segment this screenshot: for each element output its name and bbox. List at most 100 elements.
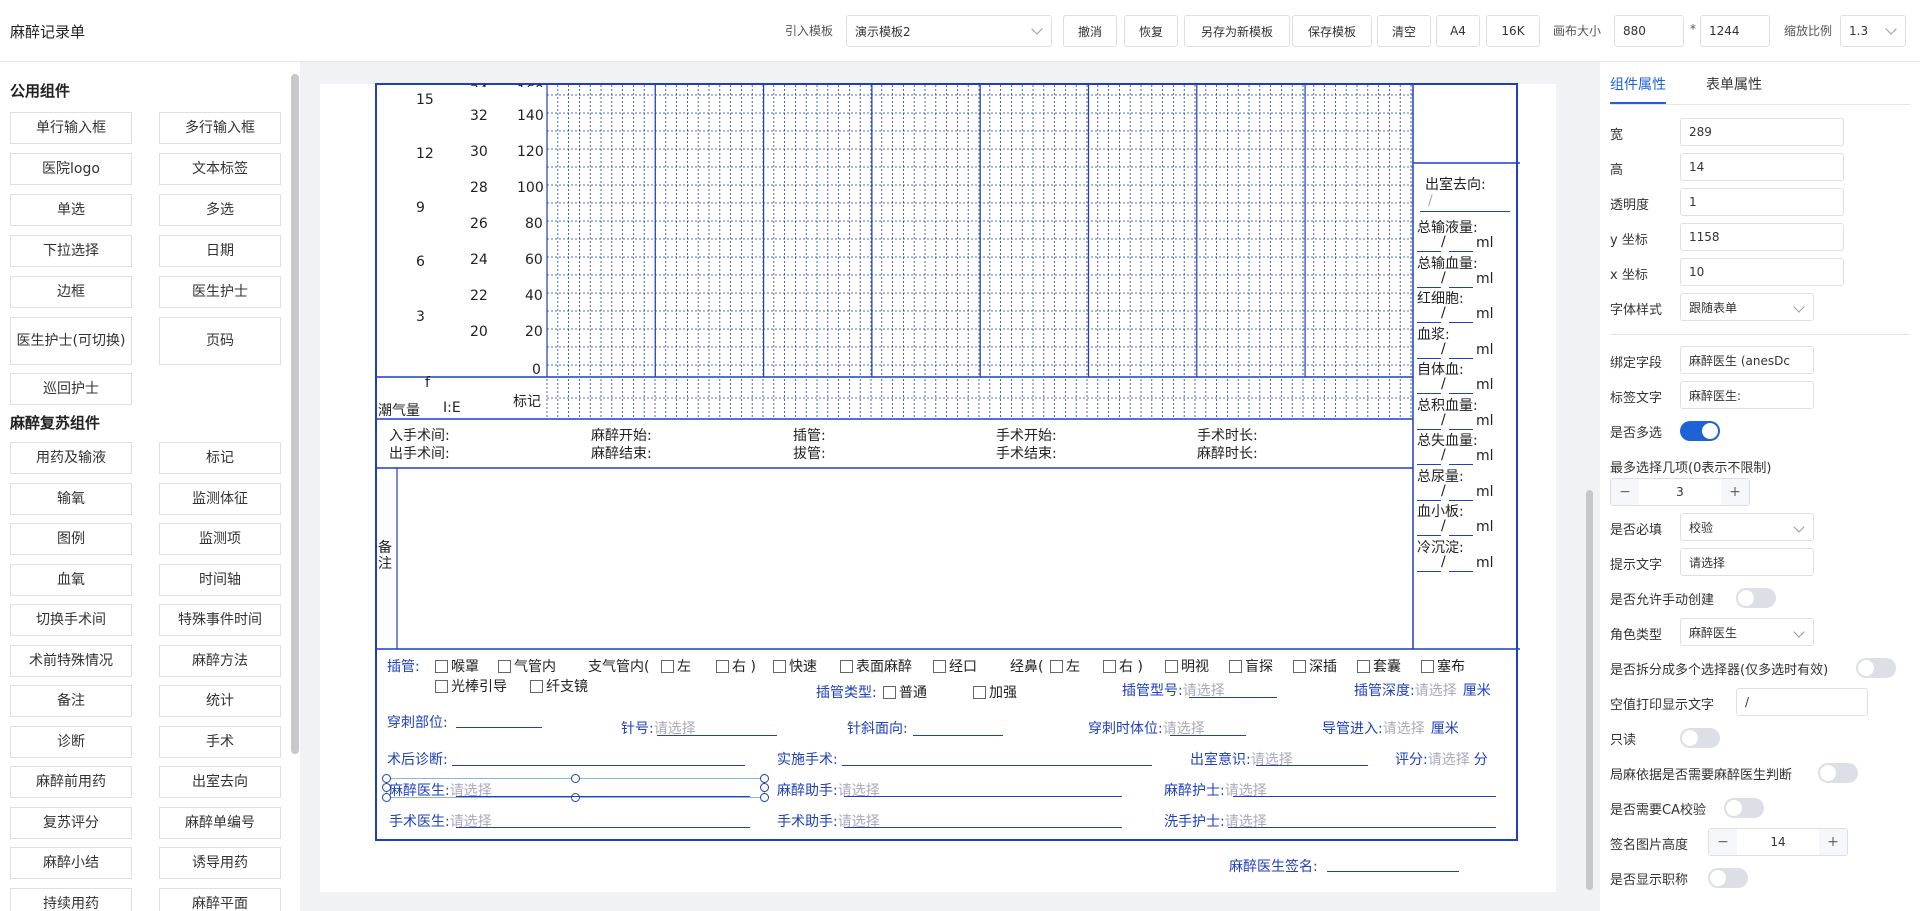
intubation-option[interactable]: 套囊 <box>1357 656 1401 676</box>
template-select[interactable]: 演示模板2 <box>846 15 1052 47</box>
component-item[interactable]: 下拉选择 <box>10 235 132 267</box>
score-field[interactable]: 评分:请选择分 <box>1395 749 1488 769</box>
resize-handle[interactable] <box>571 774 580 783</box>
component-item[interactable]: 术前特殊情况 <box>10 644 132 677</box>
label-text-input[interactable]: 麻醉医生: <box>1680 381 1814 409</box>
signature-underline[interactable] <box>1327 871 1459 872</box>
16k-button[interactable]: 16K <box>1486 15 1540 47</box>
component-item[interactable]: 医生护士 <box>159 276 281 308</box>
component-item[interactable]: 医生护士(可切换) <box>10 317 132 365</box>
intubation-option[interactable]: 深插 <box>1293 656 1337 676</box>
component-item[interactable]: 复苏评分 <box>10 806 132 839</box>
component-item[interactable]: 时间轴 <box>159 563 281 596</box>
intubation-option[interactable]: 纤支镜 <box>530 676 588 696</box>
plus-icon[interactable]: + <box>1819 829 1847 855</box>
plus-icon[interactable]: + <box>1721 479 1749 505</box>
component-item[interactable]: 文本标签 <box>159 153 281 185</box>
manual-create-toggle[interactable] <box>1736 588 1776 608</box>
minus-icon[interactable]: − <box>1709 829 1737 855</box>
catheter-field[interactable]: 导管进入:请选择 厘米 <box>1322 718 1459 738</box>
component-item[interactable]: 监测体征 <box>159 482 281 515</box>
save-as-template-button[interactable]: 另存为新模板 <box>1184 15 1290 47</box>
local-anesthesia-toggle[interactable] <box>1818 763 1858 783</box>
bind-field-select[interactable]: 麻醉医生 (anesDc <box>1680 346 1814 374</box>
opacity-input[interactable]: 1 <box>1680 188 1844 216</box>
intubation-option[interactable]: 气管内 <box>498 656 556 676</box>
left-scrollbar[interactable] <box>291 74 299 754</box>
component-item[interactable]: 麻醉小结 <box>10 847 132 879</box>
readonly-toggle[interactable] <box>1680 728 1720 748</box>
tab-component-properties[interactable]: 组件属性 <box>1610 74 1666 94</box>
time-field-label[interactable]: 麻醉结束: <box>591 443 652 463</box>
tube-depth-field[interactable]: 插管深度:请选择 厘米 <box>1354 680 1491 700</box>
intubation-option[interactable]: 光棒引导 <box>435 676 507 696</box>
intubation-option[interactable]: 喉罩 <box>435 656 479 676</box>
time-field-label[interactable]: 麻醉时长: <box>1197 443 1258 463</box>
component-item[interactable]: 备注 <box>10 685 132 717</box>
component-item[interactable]: 诱导用药 <box>159 847 281 879</box>
component-item[interactable]: 标记 <box>159 442 281 474</box>
tube-type-reinforced[interactable]: 加强 <box>973 682 1017 702</box>
component-item[interactable]: 麻醉方法 <box>159 644 281 677</box>
intubation-option[interactable]: 表面麻醉 <box>840 656 912 676</box>
surgery-assistant-field[interactable]: 手术助手:请选择 <box>777 811 880 831</box>
intubation-option[interactable]: 右 ) <box>716 656 756 676</box>
resize-handle[interactable] <box>760 793 769 802</box>
component-item[interactable]: 医院logo <box>10 153 132 185</box>
time-field-label[interactable]: 出手术间: <box>389 443 450 463</box>
surgeon-field[interactable]: 手术医生:请选择 <box>389 811 492 831</box>
minus-icon[interactable]: − <box>1611 479 1639 505</box>
save-template-button[interactable]: 保存模板 <box>1292 15 1372 47</box>
show-title-toggle[interactable] <box>1708 868 1748 888</box>
component-item[interactable]: 单选 <box>10 194 132 226</box>
postop-dx-underline[interactable] <box>452 765 745 766</box>
stat-value[interactable]: / <box>1441 376 1446 392</box>
component-item[interactable]: 多行输入框 <box>159 112 281 144</box>
component-item[interactable]: 血氧 <box>10 563 132 596</box>
time-field-label[interactable]: 手术结束: <box>996 443 1057 463</box>
component-item[interactable]: 多选 <box>159 194 281 226</box>
resize-handle[interactable] <box>760 774 769 783</box>
stat-value[interactable]: / <box>1441 518 1446 534</box>
component-item[interactable]: 页码 <box>159 317 281 365</box>
puncture-site-underline[interactable] <box>456 727 542 728</box>
tab-form-properties[interactable]: 表单属性 <box>1706 74 1762 94</box>
intubation-option[interactable]: 快速 <box>773 656 817 676</box>
surgery-underline[interactable] <box>842 765 1152 766</box>
intubation-option[interactable]: 左 <box>1050 656 1080 676</box>
stat-value[interactable]: / <box>1441 234 1446 250</box>
exit-direction-value[interactable]: / <box>1428 193 1433 209</box>
time-field-label[interactable]: 拔管: <box>793 443 826 463</box>
redo-button[interactable]: 恢复 <box>1124 15 1178 47</box>
canvas-height-input[interactable]: 1244 <box>1700 15 1770 47</box>
component-item[interactable]: 麻醉前用药 <box>10 766 132 798</box>
font-style-select[interactable]: 跟随表单 <box>1680 293 1814 321</box>
component-item[interactable]: 切换手术间 <box>10 604 132 636</box>
stat-value[interactable]: / <box>1441 412 1446 428</box>
stat-value[interactable]: / <box>1441 270 1446 286</box>
time-field-label[interactable]: 插管: <box>793 425 826 445</box>
time-field-label[interactable]: 入手术间: <box>389 425 450 445</box>
split-selector-toggle[interactable] <box>1856 658 1896 678</box>
width-input[interactable]: 289 <box>1680 118 1844 146</box>
component-item[interactable]: 巡回护士 <box>10 373 132 405</box>
bevel-underline[interactable] <box>913 735 1003 736</box>
component-item[interactable]: 边框 <box>10 276 132 308</box>
max-select-stepper[interactable]: − 3 + <box>1610 478 1750 506</box>
intubation-option[interactable]: 经口 <box>933 656 977 676</box>
intubation-option[interactable]: 左 <box>661 656 691 676</box>
intubation-option[interactable]: 塞布 <box>1421 656 1465 676</box>
component-item[interactable]: 特殊事件时间 <box>159 604 281 636</box>
zoom-select[interactable]: 1.3 <box>1840 15 1906 47</box>
x-coordinate-input[interactable]: 10 <box>1680 258 1844 286</box>
component-item[interactable]: 手术 <box>159 725 281 758</box>
scrub-nurse-field[interactable]: 洗手护士:请选择 <box>1164 811 1267 831</box>
component-item[interactable]: 用药及输液 <box>10 442 132 474</box>
component-item[interactable]: 麻醉平面 <box>159 887 281 911</box>
component-item[interactable]: 麻醉单编号 <box>159 806 281 839</box>
stat-value[interactable]: / <box>1441 447 1446 463</box>
height-input[interactable]: 14 <box>1680 153 1844 181</box>
intubation-option[interactable]: 盲探 <box>1229 656 1273 676</box>
intubation-option[interactable]: 右 ) <box>1103 656 1143 676</box>
hint-text-input[interactable]: 请选择 <box>1680 548 1814 576</box>
